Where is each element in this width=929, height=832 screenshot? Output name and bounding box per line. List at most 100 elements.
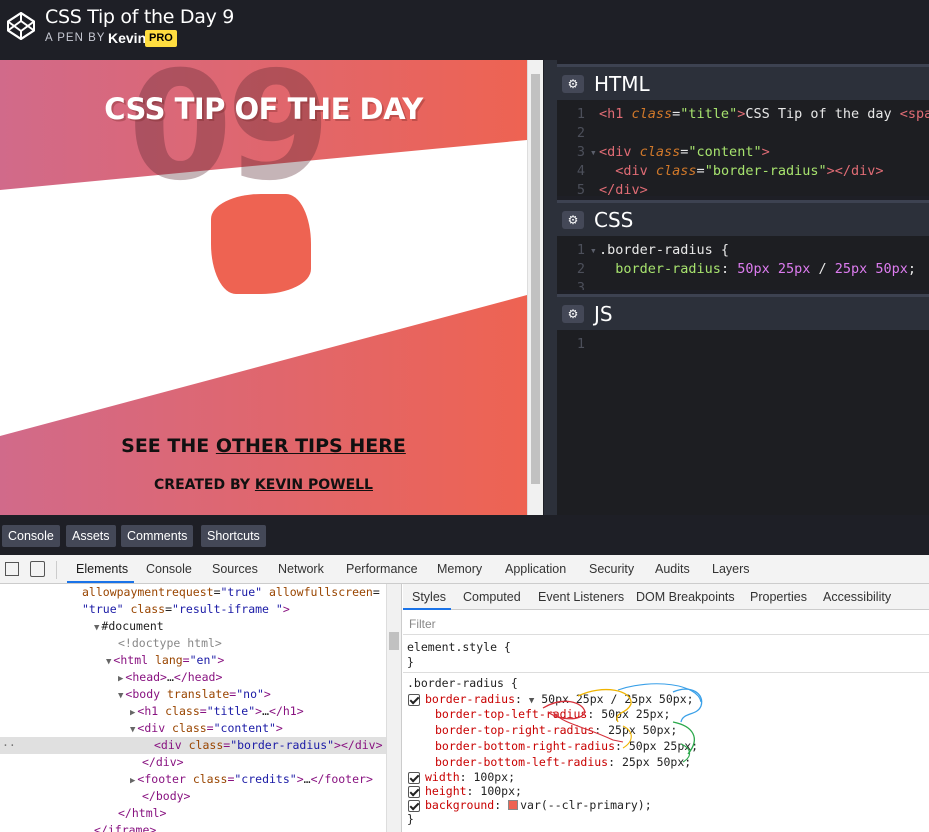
dom-node[interactable]: </iframe> bbox=[94, 822, 156, 832]
code-token: <h1 bbox=[599, 106, 632, 122]
border-radius-prop: border-radius bbox=[425, 692, 516, 706]
expand-arrow-icon[interactable]: ▼ bbox=[94, 623, 99, 633]
device-toolbar-icon[interactable] bbox=[30, 561, 45, 577]
expand-arrow-icon[interactable]: ▼ bbox=[106, 657, 111, 667]
fold-arrow-icon[interactable]: ▾ bbox=[590, 143, 597, 162]
dom-token: "no" bbox=[236, 687, 264, 701]
dom-node-text: </body> bbox=[142, 789, 190, 803]
inspect-element-icon[interactable] bbox=[5, 562, 19, 576]
tab-dom-breakpoints[interactable]: DOM Breakpoints bbox=[636, 590, 735, 604]
background-checkbox[interactable] bbox=[408, 800, 420, 812]
tab-console[interactable]: Console bbox=[146, 562, 192, 576]
preview-scrollbar[interactable] bbox=[527, 60, 543, 515]
pen-title: CSS Tip of the Day 9 bbox=[45, 6, 235, 28]
node-menu-icon[interactable]: ·· bbox=[2, 737, 16, 754]
tab-security[interactable]: Security bbox=[589, 562, 634, 576]
dom-token: "en" bbox=[189, 653, 218, 667]
tab-computed[interactable]: Computed bbox=[463, 590, 521, 604]
tab-properties[interactable]: Properties bbox=[750, 590, 807, 604]
tab-layers[interactable]: Layers bbox=[712, 562, 750, 576]
pen-by-label: A PEN BY bbox=[45, 32, 106, 44]
dom-node[interactable]: </div> bbox=[142, 754, 184, 771]
dom-node[interactable]: ▼ <body translate="no"> bbox=[118, 686, 271, 703]
fold-arrow-icon[interactable]: ▾ bbox=[590, 241, 597, 260]
dom-token: allowpaymentrequest bbox=[82, 585, 214, 599]
tab-styles[interactable]: Styles bbox=[412, 590, 446, 604]
width-declaration[interactable]: width: 100px; bbox=[425, 770, 515, 785]
dom-token: class bbox=[188, 738, 224, 752]
other-tips-link[interactable]: OTHER TIPS HERE bbox=[216, 435, 406, 457]
dom-node[interactable]: ▼ <div class="content"> bbox=[130, 720, 283, 737]
dom-tree-scrollbar[interactable] bbox=[386, 584, 402, 832]
tab-audits[interactable]: Audits bbox=[655, 562, 690, 576]
tab-accessibility[interactable]: Accessibility bbox=[823, 590, 891, 604]
border-radius-checkbox[interactable] bbox=[408, 694, 420, 706]
console-button[interactable]: Console bbox=[2, 525, 60, 547]
dom-node-text: </iframe> bbox=[94, 823, 156, 832]
js-settings-gear-icon[interactable]: ⚙ bbox=[562, 305, 584, 323]
kevin-powell-link[interactable]: KEVIN POWELL bbox=[255, 477, 373, 493]
styles-filter-input[interactable]: Filter bbox=[409, 617, 436, 631]
dom-token: "result-iframe " bbox=[172, 602, 283, 616]
dom-node[interactable]: ▶ <head>…</head> bbox=[118, 669, 222, 686]
dom-node[interactable]: allowpaymentrequest="true" allowfullscre… bbox=[82, 584, 380, 601]
shortcuts-button[interactable]: Shortcuts bbox=[201, 525, 266, 547]
code-token: <div bbox=[599, 144, 640, 160]
tab-application[interactable]: Application bbox=[505, 562, 566, 576]
html-settings-gear-icon[interactable]: ⚙ bbox=[562, 75, 584, 93]
background-declaration[interactable]: background: var(--clr-primary); bbox=[425, 798, 652, 813]
color-swatch-icon[interactable] bbox=[508, 800, 519, 810]
css-code-editor[interactable]: 1 ▾ .border-radius {2 border-radius: 50px … bbox=[557, 236, 929, 290]
js-code-editor[interactable]: 1 bbox=[557, 330, 929, 515]
width-prop: width bbox=[425, 770, 460, 784]
dom-token: > bbox=[275, 721, 283, 735]
dom-node[interactable]: <!doctype html> bbox=[118, 635, 222, 652]
line-number: 2 bbox=[576, 261, 585, 277]
pane-resizer[interactable] bbox=[543, 60, 557, 515]
dom-node[interactable]: ▼ #document bbox=[94, 618, 164, 635]
tab-performance[interactable]: Performance bbox=[346, 562, 418, 576]
author-link[interactable]: Kevin bbox=[108, 30, 146, 46]
dom-token bbox=[262, 585, 269, 599]
dom-token: = bbox=[199, 704, 207, 718]
expand-arrow-icon[interactable]: ▶ bbox=[130, 708, 135, 718]
dom-token: <footer bbox=[137, 772, 193, 786]
css-settings-gear-icon[interactable]: ⚙ bbox=[562, 211, 584, 229]
element-style-selector[interactable]: element.style { bbox=[407, 640, 511, 655]
dom-node[interactable]: ▼ <html lang="en"> bbox=[106, 652, 224, 669]
dom-node-text: ▶ <h1 class="title">…</h1> bbox=[130, 704, 304, 718]
code-token: <spa bbox=[899, 106, 929, 122]
preview-scroll-thumb[interactable] bbox=[531, 74, 540, 484]
tab-event-listeners[interactable]: Event Listeners bbox=[538, 590, 624, 604]
dom-tree-panel[interactable]: allowpaymentrequest="true" allowfullscre… bbox=[0, 584, 386, 832]
codepen-logo-icon[interactable] bbox=[6, 11, 36, 41]
tab-sources[interactable]: Sources bbox=[212, 562, 258, 576]
height-declaration[interactable]: height: 100px; bbox=[425, 784, 522, 799]
dom-node[interactable]: ▶ <footer class="credits">…</footer> bbox=[130, 771, 373, 788]
expand-arrow-icon[interactable]: ▶ bbox=[130, 776, 135, 786]
tab-elements[interactable]: Elements bbox=[76, 562, 128, 576]
tab-memory[interactable]: Memory bbox=[437, 562, 482, 576]
dom-node-text: ▶ <footer class="credits">…</footer> bbox=[130, 772, 373, 786]
expand-arrow-icon[interactable]: ▶ bbox=[118, 674, 123, 684]
dom-node[interactable]: ▶ <h1 class="title">…</h1> bbox=[130, 703, 304, 720]
height-checkbox[interactable] bbox=[408, 786, 420, 798]
rule-selector[interactable]: .border-radius { bbox=[407, 676, 518, 691]
dom-scroll-thumb[interactable] bbox=[389, 632, 399, 650]
assets-button[interactable]: Assets bbox=[66, 525, 116, 547]
dom-token: = bbox=[182, 653, 190, 667]
comments-button[interactable]: Comments bbox=[121, 525, 194, 547]
code-token: class bbox=[639, 144, 681, 160]
tab-network[interactable]: Network bbox=[278, 562, 324, 576]
dom-token: class bbox=[165, 704, 200, 718]
expand-arrow-icon[interactable]: ▼ bbox=[118, 691, 123, 701]
width-checkbox[interactable] bbox=[408, 772, 420, 784]
dom-token: </head> bbox=[173, 670, 223, 684]
dom-node-selected[interactable]: ··<div class="border-radius"></div> = bbox=[0, 737, 386, 754]
html-code-editor[interactable]: 1 <h1 class="title">CSS Tip of the day <s… bbox=[557, 100, 929, 196]
dom-node[interactable]: "true" class="result-iframe "> bbox=[82, 601, 290, 618]
dom-node[interactable]: </body> bbox=[142, 788, 190, 805]
expand-arrow-icon[interactable]: ▼ bbox=[130, 725, 135, 735]
dom-node[interactable]: </html> bbox=[118, 805, 166, 822]
dom-node-text: ▼ <html lang="en"> bbox=[106, 653, 224, 667]
